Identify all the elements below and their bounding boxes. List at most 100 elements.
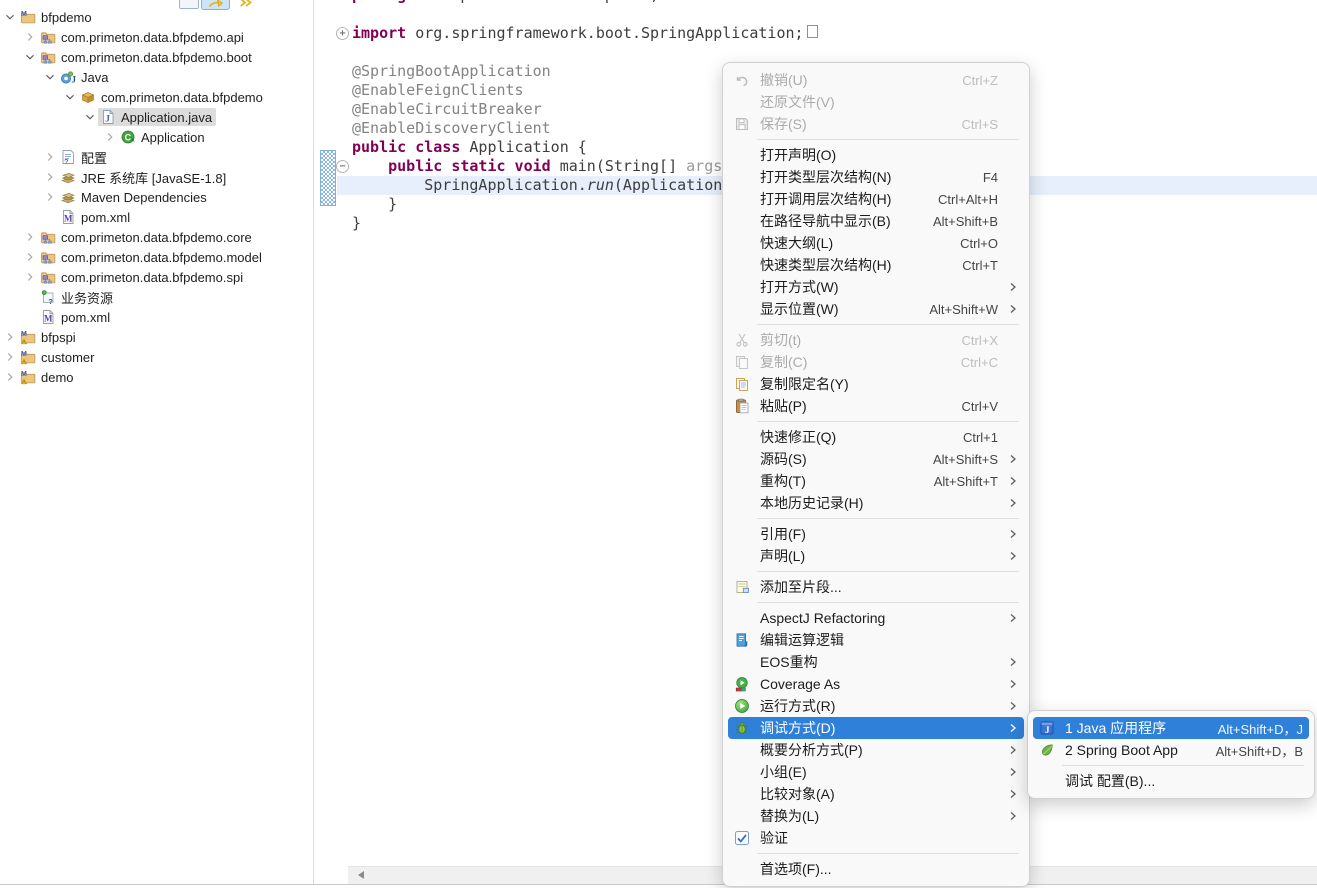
chevron-right-icon[interactable] [22,249,38,265]
tree-item-label: com.primeton.data.bfpdemo.api [61,30,244,45]
chevron-right-icon[interactable] [2,349,18,365]
menu-item-edit-logic[interactable]: J编辑运算逻辑 [728,629,1024,651]
tree-item[interactable]: Mpom.xml [0,207,313,227]
code-token: import [352,24,415,42]
chevron-right-icon[interactable] [2,329,18,345]
tree-item[interactable]: ?配置 [0,147,313,167]
tree-item-content: Mpom.xml [38,308,114,326]
tree-item[interactable]: Mpom.xml [0,307,313,327]
menu-item-eos-refactor[interactable]: EOS重构 [728,651,1024,673]
tree-item[interactable]: JJava [0,67,313,87]
menu-item-accelerator: Ctrl+V [962,399,998,414]
menu-item-accelerator: Ctrl+T [962,258,998,273]
project-explorer-pane: Mbfpdemo com.primeton.data.bfpdemo.api com… [0,0,313,884]
pom-file-icon: M [60,209,76,225]
tree-item[interactable]: Mcustomer [0,347,313,367]
menu-item-open-type-hierarchy[interactable]: 打开类型层次结构(N)F4 [728,166,1024,188]
chevron-down-icon[interactable] [22,49,38,65]
code-token: main(String[] [560,157,686,175]
menu-item-show-in[interactable]: 显示位置(W)Alt+Shift+W [728,298,1024,320]
chevron-right-icon[interactable] [42,189,58,205]
chevron-right-icon[interactable] [42,149,58,165]
tree-item[interactable]: com.primeton.data.bfpdemo.core [0,227,313,247]
menu-separator [757,571,1019,572]
tree-item-content: com.primeton.data.bfpdemo [78,88,267,106]
tree-item[interactable]: Mbfpspi [0,327,313,347]
menu-item-label: 运行方式(R) [760,696,835,716]
menu-item-label: 打开方式(W) [760,277,839,297]
tree-item[interactable]: Mdemo [0,367,313,387]
tree-item-content: JRE 系统库 [JavaSE-1.8] [58,167,230,188]
tree-item[interactable]: JApplication.java [0,107,313,127]
menu-item-quick-fix[interactable]: 快速修正(Q)Ctrl+1 [728,426,1024,448]
menu-item-aspectj-refactoring[interactable]: AspectJ Refactoring [728,607,1024,629]
menu-item-label: 比较对象(A) [760,784,835,804]
tree-item-content: JApplication.java [98,108,216,126]
menu-item-label: 声明(L) [760,546,805,566]
fold-collapse-icon[interactable]: − [336,160,349,173]
chevron-right-icon[interactable] [102,129,118,145]
menu-item-run-as[interactable]: 运行方式(R) [728,695,1024,717]
menu-item-copy-qualified-name[interactable]: 复制限定名(Y) [728,373,1024,395]
menu-icon-spacer [734,808,752,824]
menu-item-quick-outline[interactable]: 快速大纲(L)Ctrl+O [728,232,1024,254]
menu-item-replace-with[interactable]: 替换为(L) [728,805,1024,827]
tree-item-label: com.primeton.data.bfpdemo.core [61,230,252,245]
chevron-down-icon[interactable] [82,109,98,125]
menu-item-debug-java-application[interactable]: J1 Java 应用程序Alt+Shift+D，J [1033,717,1309,739]
menu-item-team[interactable]: 小组(E) [728,761,1024,783]
chevron-down-icon[interactable] [42,69,58,85]
menu-item-references[interactable]: 引用(F) [728,523,1024,545]
menu-item-debug-spring-boot-app[interactable]: 2 Spring Boot AppAlt+Shift+D，B [1033,739,1309,761]
chevron-right-icon[interactable] [22,229,38,245]
view-menu-icon[interactable] [238,0,255,7]
tree-item[interactable]: com.primeton.data.bfpdemo.model [0,247,313,267]
submenu-arrow-icon [1006,476,1018,486]
chevron-right-icon[interactable] [22,29,38,45]
menu-item-compare-with[interactable]: 比较对象(A) [728,783,1024,805]
submenu-arrow-icon [1006,811,1018,821]
menu-item-open-call-hierarchy[interactable]: 打开调用层次结构(H)Ctrl+Alt+H [728,188,1024,210]
menu-item-declarations[interactable]: 声明(L) [728,545,1024,567]
menu-item-add-to-snippets[interactable]: 添加至片段... [728,576,1024,598]
tree-item[interactable]: com.primeton.data.bfpdemo.api [0,27,313,47]
tree-item[interactable]: JRE 系统库 [JavaSE-1.8] [0,167,313,187]
library-icon [60,189,76,205]
tree-item[interactable]: com.primeton.data.bfpdemo.spi [0,267,313,287]
menu-item-show-in-breadcrumb[interactable]: 在路径导航中显示(B)Alt+Shift+B [728,210,1024,232]
scroll-left-icon[interactable] [354,871,364,879]
chevron-right-icon[interactable] [42,169,58,185]
code-token: public static void [388,157,560,175]
tree-item[interactable]: Maven Dependencies [0,187,313,207]
tree-item[interactable]: CApplication [0,127,313,147]
tree-item-content: com.primeton.data.bfpdemo.core [38,228,256,246]
tree-item-content: Mbfpspi [18,328,80,346]
tree-item-content: Mbfpdemo [18,8,96,26]
menu-item-quick-type-hierarchy[interactable]: 快速类型层次结构(H)Ctrl+T [728,254,1024,276]
tree-item[interactable]: com.primeton.data.bfpdemo [0,87,313,107]
tree-item[interactable]: ?业务资源 [0,287,313,307]
menu-item-local-history[interactable]: 本地历史记录(H) [728,492,1024,514]
fold-expand-icon[interactable]: + [336,27,349,40]
tree-item[interactable]: Mbfpdemo [0,7,313,27]
code-line: } [352,214,361,233]
menu-item-validate[interactable]: 验证 [728,827,1024,849]
menu-item-refactor[interactable]: 重构(T)Alt+Shift+T [728,470,1024,492]
menu-item-debug-as[interactable]: 调试方式(D) [728,717,1024,739]
chevron-right-icon[interactable] [22,269,38,285]
menu-icon-spacer [734,279,752,295]
menu-item-source[interactable]: 源码(S)Alt+Shift+S [728,448,1024,470]
menu-item-paste[interactable]: 粘贴(P)Ctrl+V [728,395,1024,417]
chevron-right-icon[interactable] [2,369,18,385]
menu-item-open-declaration[interactable]: 打开声明(O) [728,144,1024,166]
range-indicator [320,150,336,206]
menu-item-preferences[interactable]: 首选项(F)... [728,858,1024,880]
chevron-down-icon[interactable] [62,89,78,105]
tree-item[interactable]: com.primeton.data.bfpdemo.boot [0,47,313,67]
menu-item-open-with[interactable]: 打开方式(W) [728,276,1024,298]
chevron-down-icon[interactable] [2,9,18,25]
menu-item-profile-as[interactable]: 概要分析方式(P) [728,739,1024,761]
menu-item-debug-configurations[interactable]: 调试 配置(B)... [1033,770,1309,792]
menu-item-coverage-as[interactable]: Coverage As [728,673,1024,695]
menu-item-label: 重构(T) [760,471,806,491]
